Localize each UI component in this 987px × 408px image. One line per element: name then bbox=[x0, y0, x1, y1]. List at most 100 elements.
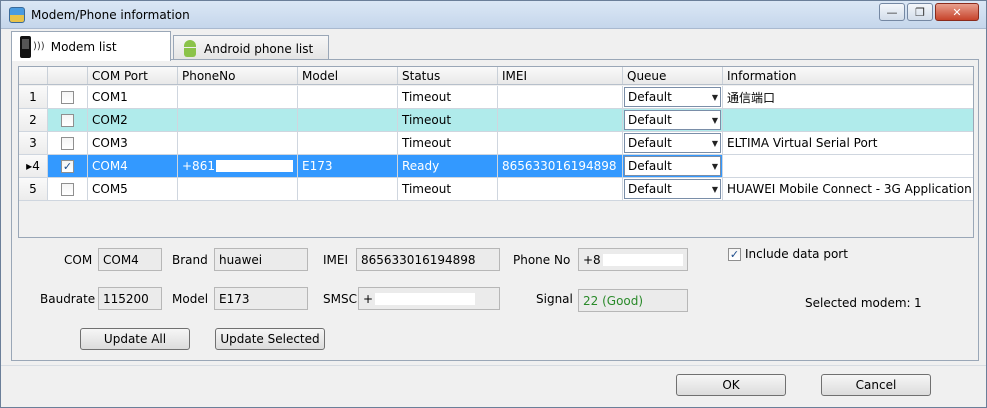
tab-modem-list[interactable]: ))) Modem list bbox=[11, 31, 171, 61]
signal-waves-icon: ))) bbox=[33, 41, 45, 52]
row-checkbox-cell bbox=[48, 132, 88, 154]
information-cell: HUAWEI Mobile Connect - 3G Application .… bbox=[727, 182, 974, 196]
queue-dropdown[interactable]: Default ▼ bbox=[624, 87, 721, 107]
header-index-cell bbox=[19, 67, 48, 84]
imei-cell bbox=[498, 86, 623, 108]
modem-list-panel: COM Port PhoneNo Model Status IMEI Queue… bbox=[11, 59, 979, 361]
grid-empty-area bbox=[19, 201, 973, 237]
row-checkbox[interactable] bbox=[61, 136, 74, 150]
cancel-button[interactable]: Cancel bbox=[821, 374, 931, 396]
android-icon bbox=[182, 39, 198, 58]
model-cell bbox=[298, 178, 398, 200]
column-header-com-port[interactable]: COM Port bbox=[88, 67, 178, 84]
tab-android-phone-list[interactable]: Android phone list bbox=[173, 35, 329, 61]
column-header-imei[interactable]: IMEI bbox=[498, 67, 623, 84]
phone-no-field: +8 bbox=[578, 248, 688, 271]
com-label: COM bbox=[64, 253, 93, 267]
signal-label: Signal bbox=[536, 292, 573, 306]
model-field: E173 bbox=[214, 287, 308, 310]
redacted-block bbox=[602, 253, 683, 266]
smsc-label: SMSC bbox=[323, 292, 357, 306]
row-index: 1 bbox=[19, 86, 48, 108]
app-icon bbox=[9, 7, 25, 23]
imei-cell: 865633016194898 bbox=[498, 155, 623, 177]
row-index: 2 bbox=[19, 109, 48, 131]
column-header-status[interactable]: Status bbox=[398, 67, 498, 84]
row-checkbox-cell: ✓ bbox=[48, 155, 88, 177]
column-header-information[interactable]: Information bbox=[723, 67, 973, 84]
queue-cell: Default ▼ bbox=[623, 86, 723, 108]
row-checkbox-cell bbox=[48, 109, 88, 131]
queue-dropdown[interactable]: Default ▼ bbox=[624, 179, 721, 199]
table-row[interactable]: 1 COM1 Timeout Default ▼ 通信端口 bbox=[19, 86, 973, 109]
window-title: Modem/Phone information bbox=[31, 8, 190, 22]
com-port-cell: COM5 bbox=[88, 178, 178, 200]
modem-info-window: Modem/Phone information — ❐ ✕ ))) Modem … bbox=[0, 0, 987, 408]
table-row[interactable]: 5 COM5 Timeout Default ▼ HUAWEI Mobile Co… bbox=[19, 178, 974, 201]
title-bar: Modem/Phone information — ❐ ✕ bbox=[1, 1, 986, 29]
maximize-button[interactable]: ❐ bbox=[907, 3, 933, 21]
information-cell bbox=[723, 155, 973, 177]
column-header-queue[interactable]: Queue bbox=[623, 67, 723, 84]
phone-no-cell bbox=[178, 132, 298, 154]
baudrate-label: Baudrate bbox=[40, 292, 96, 306]
imei-cell bbox=[498, 109, 623, 131]
status-cell: Ready bbox=[398, 155, 498, 177]
row-checkbox[interactable]: ✓ bbox=[61, 159, 74, 173]
phone-no-cell bbox=[178, 86, 298, 108]
status-cell: Timeout bbox=[398, 178, 498, 200]
table-row[interactable]: 2 COM2 Timeout Default ▼ bbox=[19, 109, 973, 132]
queue-cell: Default ▼ bbox=[623, 178, 723, 200]
row-checkbox[interactable] bbox=[61, 182, 74, 196]
information-cell bbox=[723, 109, 973, 131]
update-all-button[interactable]: Update All bbox=[80, 328, 190, 350]
model-label: Model bbox=[172, 292, 209, 306]
table-row[interactable]: ▸ 4 ✓ COM4 +861 E173 Ready 86563301619489… bbox=[19, 155, 973, 178]
minimize-icon: — bbox=[886, 5, 898, 19]
row-checkbox[interactable] bbox=[61, 113, 74, 127]
check-icon: ✓ bbox=[62, 159, 73, 173]
column-header-phone-no[interactable]: PhoneNo bbox=[178, 67, 298, 84]
smsc-field: + bbox=[358, 287, 500, 310]
column-header-model[interactable]: Model bbox=[298, 67, 398, 84]
update-selected-button[interactable]: Update Selected bbox=[215, 328, 325, 350]
usb-modem-icon bbox=[20, 35, 31, 58]
check-icon: ✓ bbox=[729, 248, 740, 261]
tab-modem-list-label: Modem list bbox=[50, 39, 117, 54]
modem-grid: COM Port PhoneNo Model Status IMEI Queue… bbox=[18, 66, 974, 238]
com-field: COM4 bbox=[98, 248, 162, 271]
com-port-cell: COM4 bbox=[88, 155, 178, 177]
phone-no-cell bbox=[178, 178, 298, 200]
status-cell: Timeout bbox=[398, 132, 498, 154]
dropdown-arrow-icon: ▼ bbox=[711, 161, 718, 171]
baudrate-field: 115200 bbox=[98, 287, 162, 310]
phone-no-cell: +861 bbox=[178, 155, 298, 177]
queue-dropdown[interactable]: Default ▼ bbox=[624, 133, 721, 153]
queue-dropdown[interactable]: Default ▼ bbox=[624, 110, 721, 130]
maximize-icon: ❐ bbox=[915, 5, 925, 19]
minimize-button[interactable]: — bbox=[879, 3, 905, 21]
include-data-port-label[interactable]: Include data port bbox=[745, 247, 848, 261]
brand-field: huawei bbox=[214, 248, 308, 271]
table-row[interactable]: 3 COM3 Timeout Default ▼ ELTIMA Virtual S… bbox=[19, 132, 973, 155]
ok-button[interactable]: OK bbox=[676, 374, 786, 396]
close-icon: ✕ bbox=[952, 5, 962, 19]
header-check-cell bbox=[48, 67, 88, 84]
redacted-block bbox=[375, 292, 476, 305]
queue-cell: Default ▼ bbox=[623, 132, 723, 154]
queue-dropdown[interactable]: Default ▼ bbox=[624, 156, 721, 176]
tab-android-phone-list-label: Android phone list bbox=[204, 41, 314, 56]
redacted-block bbox=[215, 160, 293, 172]
status-cell: Timeout bbox=[398, 86, 498, 108]
imei-cell bbox=[498, 178, 623, 200]
information-cell: ELTIMA Virtual Serial Port bbox=[727, 136, 878, 150]
dropdown-arrow-icon: ▼ bbox=[711, 115, 718, 125]
phone-no-cell bbox=[178, 109, 298, 131]
phone-no-label: Phone No bbox=[513, 253, 571, 267]
row-index: ▸ 4 bbox=[19, 155, 48, 177]
include-data-port-checkbox[interactable]: ✓ bbox=[728, 248, 741, 261]
close-button[interactable]: ✕ bbox=[935, 3, 979, 21]
dropdown-arrow-icon: ▼ bbox=[711, 138, 718, 148]
com-port-cell: COM3 bbox=[88, 132, 178, 154]
row-checkbox[interactable] bbox=[61, 90, 74, 104]
